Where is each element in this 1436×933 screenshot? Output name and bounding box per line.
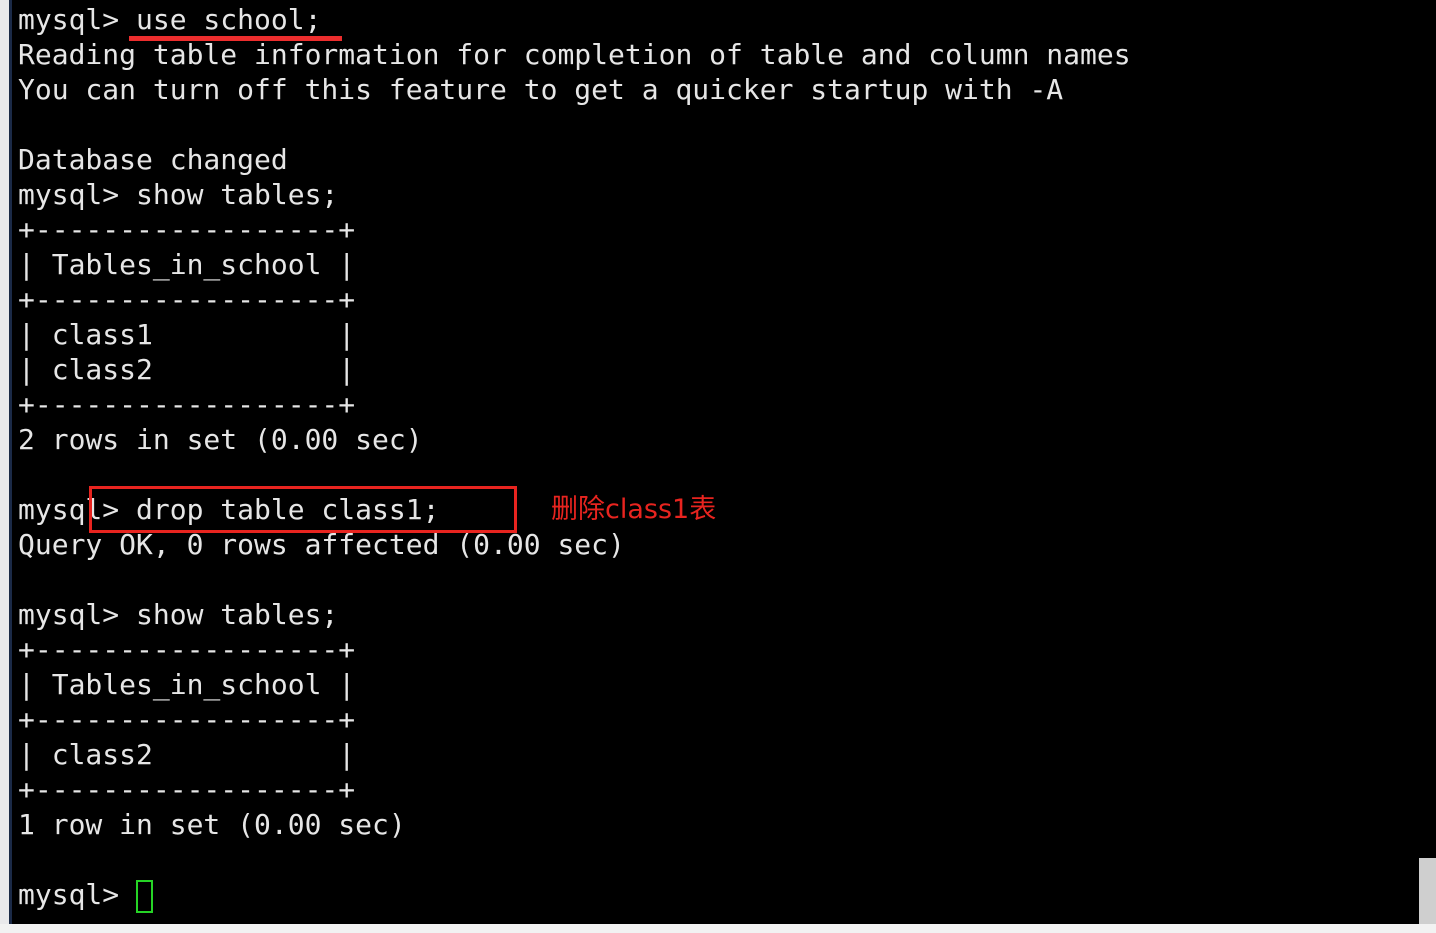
terminal-line: +------------------+: [18, 633, 356, 666]
scrollbar-thumb[interactable]: [1419, 858, 1436, 924]
terminal-line: | class1 |: [18, 318, 356, 351]
terminal-line: Reading table information for completion…: [18, 38, 1131, 71]
terminal-line: 1 row in set (0.00 sec): [18, 808, 406, 841]
terminal-line: +------------------+: [18, 388, 356, 421]
terminal-line: mysql> show tables;: [18, 178, 339, 211]
terminal-line: +------------------+: [18, 703, 356, 736]
terminal-line: | Tables_in_school |: [18, 668, 356, 701]
terminal-line: +------------------+: [18, 213, 356, 246]
text-cursor: [136, 880, 153, 913]
left-gutter-strip: [0, 0, 9, 933]
annotation-highlight-box: [89, 486, 517, 533]
terminal-line: You can turn off this feature to get a q…: [18, 73, 1064, 106]
terminal-line: +------------------+: [18, 283, 356, 316]
terminal-text-buffer: mysql> use school; Reading table informa…: [18, 2, 1131, 912]
terminal-prompt-line: mysql>: [18, 878, 137, 911]
terminal-line: +------------------+: [18, 773, 356, 806]
terminal-window: mysql> use school; Reading table informa…: [0, 0, 1436, 933]
terminal-line: 2 rows in set (0.00 sec): [18, 423, 423, 456]
terminal-line: mysql> show tables;: [18, 598, 339, 631]
terminal-line: | Tables_in_school |: [18, 248, 356, 281]
bottom-strip: [0, 924, 1436, 933]
vertical-scrollbar[interactable]: [1419, 0, 1436, 924]
terminal-line: Database changed: [18, 143, 288, 176]
terminal-line: mysql> use school;: [18, 3, 322, 36]
annotation-underline: [129, 36, 342, 41]
terminal-screen[interactable]: mysql> use school; Reading table informa…: [12, 0, 1436, 924]
terminal-line: | class2 |: [18, 353, 356, 386]
annotation-note-label: 删除class1表: [551, 494, 717, 525]
terminal-line: | class2 |: [18, 738, 356, 771]
